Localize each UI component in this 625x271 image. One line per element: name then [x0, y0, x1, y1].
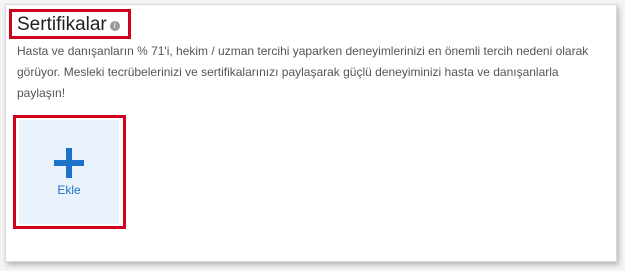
add-label: Ekle — [57, 183, 81, 197]
section-title-text: Sertifikalar — [17, 14, 107, 35]
info-icon[interactable]: i — [109, 21, 120, 31]
section-title: Sertifikalar i — [17, 14, 120, 36]
add-certificate-button[interactable]: Ekle — [19, 120, 119, 224]
section-description: Hasta ve danışanların % 71'i, hekim / uz… — [17, 44, 589, 100]
plus-icon — [54, 148, 84, 178]
